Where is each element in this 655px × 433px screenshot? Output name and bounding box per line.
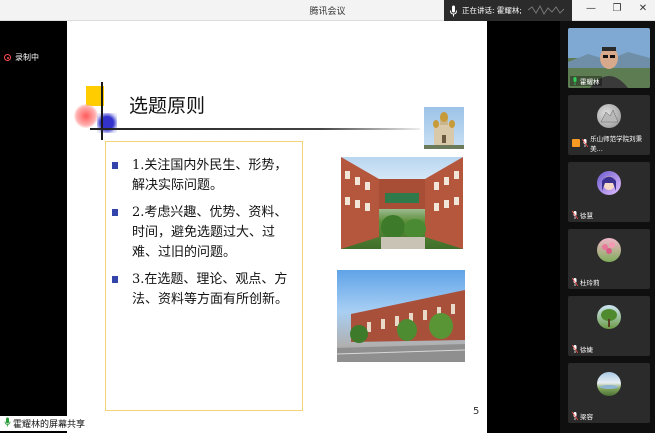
participant-name-bar: 徐婕 — [570, 344, 595, 354]
participant-name: 梁容 — [580, 413, 593, 421]
participant-name: 霍耀林 — [580, 78, 600, 86]
decor-horizontal-line — [90, 128, 420, 130]
speaking-text: 正在讲话: 霍耀林; — [462, 6, 522, 15]
participant-name-bar: 霍耀林 — [570, 76, 602, 86]
bullet-icon — [112, 276, 118, 283]
list-item-text: 2.考虑兴趣、优势、资料、时间，避免选题过大、过难、过旧的问题。 — [132, 205, 288, 260]
slide-text-box: 1.关注国内外民生、形势，解决实际问题。 2.考虑兴趣、优势、资料、时间，避免选… — [105, 141, 303, 411]
slide-title: 选题原则 — [129, 95, 206, 117]
decor-blue-square — [97, 113, 117, 133]
title-bar: 腾讯会议 正在讲话: 霍耀林; — ❐ ✕ — [0, 0, 655, 21]
participant-tile[interactable]: 徐婕 — [568, 296, 650, 356]
participant-tile[interactable]: 杜玲莉 — [568, 229, 650, 289]
participant-name-bar: 徐慧 — [570, 210, 595, 220]
bullet-icon — [112, 209, 118, 216]
tree-avatar — [597, 305, 621, 329]
audio-wave-icon — [528, 4, 565, 15]
mic-muted-icon — [571, 411, 579, 421]
mic-muted-icon — [571, 277, 579, 287]
participant-tile[interactable]: 梁容 — [568, 363, 650, 423]
microphone-icon — [449, 5, 458, 17]
participant-name-bar: 乐山师范学院刘秉美... — [570, 133, 650, 153]
shared-slide: 选题原则 1.关注国内外民生、形势，解决实际问题。 2.考虑兴趣、优势、资料、时… — [67, 21, 487, 433]
participant-name: 徐慧 — [580, 212, 593, 220]
decor-vertical-line — [101, 82, 103, 140]
courtyard-photo — [341, 157, 463, 249]
list-item-text: 3.在选题、理论、观点、方法、资料等方面有所创新。 — [132, 272, 289, 307]
record-icon — [4, 54, 11, 61]
org-badge-icon — [572, 139, 581, 147]
page-number: 5 — [473, 406, 480, 417]
list-item-text: 1.关注国内外民生、形势，解决实际问题。 — [132, 158, 288, 193]
landscape-avatar — [597, 372, 621, 396]
flower-avatar — [597, 238, 621, 262]
participant-name: 徐婕 — [580, 346, 593, 354]
participant-name: 乐山师范学院刘秉美... — [590, 135, 643, 153]
recording-indicator[interactable]: 录制中 — [4, 52, 39, 63]
share-mic-icon — [4, 417, 11, 430]
mic-muted-icon — [571, 210, 579, 220]
list-item: 1.关注国内外民生、形势，解决实际问题。 — [112, 156, 296, 196]
recording-label: 录制中 — [15, 53, 39, 62]
close-icon[interactable]: ✕ — [637, 3, 649, 14]
bullet-icon — [112, 162, 118, 169]
screen-share-label: 霍耀林的屏幕共享 — [0, 416, 90, 431]
speaking-indicator: 正在讲话: 霍耀林; — [444, 0, 572, 21]
minimize-icon[interactable]: — — [585, 3, 597, 14]
participant-tile[interactable]: 霍耀林 — [568, 28, 650, 88]
list-item: 2.考虑兴趣、优势、资料、时间，避免选题过大、过难、过旧的问题。 — [112, 203, 296, 263]
campus-building-photo — [337, 270, 465, 362]
mic-active-icon — [572, 77, 578, 85]
window-controls: — ❐ ✕ — [585, 3, 649, 14]
participant-panel: 霍耀林 乐山师范学院刘秉美... 徐慧 杜玲莉 徐婕 梁容 — [560, 21, 655, 433]
screen-share-text: 霍耀林的屏幕共享 — [13, 420, 86, 430]
participant-tile[interactable]: 乐山师范学院刘秉美... — [568, 95, 650, 155]
church-photo — [424, 107, 464, 149]
list-item: 3.在选题、理论、观点、方法、资料等方面有所创新。 — [112, 270, 296, 310]
anime-avatar — [597, 171, 621, 195]
mic-muted-icon — [581, 138, 589, 148]
participant-name-bar: 梁容 — [570, 411, 595, 421]
rock-avatar — [597, 104, 621, 128]
mic-muted-icon — [571, 344, 579, 354]
participant-tile[interactable]: 徐慧 — [568, 162, 650, 222]
participant-name: 杜玲莉 — [580, 279, 600, 287]
decor-red-circle — [74, 104, 98, 128]
restore-icon[interactable]: ❐ — [611, 3, 623, 14]
participant-name-bar: 杜玲莉 — [570, 277, 602, 287]
